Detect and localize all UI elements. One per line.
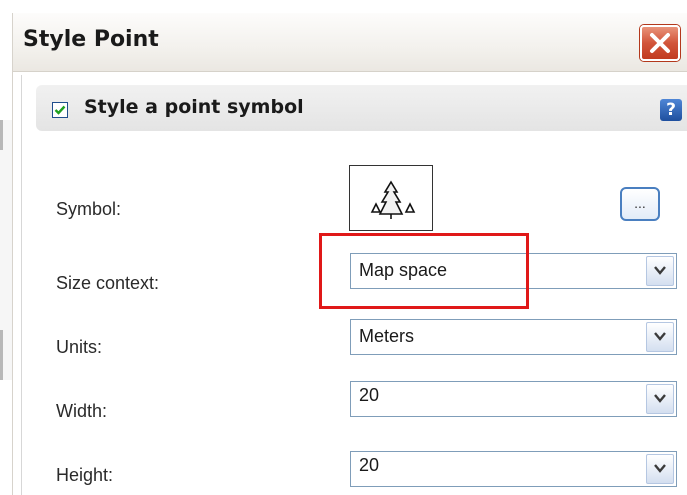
units-dropdown-button[interactable] (646, 322, 674, 352)
chevron-down-icon (654, 394, 666, 403)
chevron-down-icon (654, 464, 666, 473)
chevron-down-icon (654, 332, 666, 341)
section-header: Style a point symbol ? (36, 85, 687, 131)
style-point-dialog: Style Point Style a point symbol ? Symbo… (12, 13, 687, 495)
checkmark-icon (54, 105, 66, 115)
height-value: 20 (359, 455, 380, 475)
browse-symbol-button[interactable]: ... (620, 187, 660, 221)
size-context-dropdown-button[interactable] (646, 256, 674, 286)
dialog-title: Style Point (23, 27, 159, 52)
units-label: Units: (56, 337, 103, 357)
close-icon (650, 33, 670, 53)
section-title: Style a point symbol (84, 96, 304, 118)
highlight-annotation (319, 233, 529, 309)
width-dropdown-button[interactable] (646, 384, 674, 414)
height-label: Height: (56, 465, 114, 485)
style-panel: Style a point symbol ? Symbol: ... Size … (21, 75, 687, 495)
height-input[interactable]: 20 (350, 451, 677, 487)
symbol-preview[interactable] (349, 165, 433, 231)
chevron-down-icon (654, 266, 666, 275)
symbol-label: Symbol: (56, 199, 122, 219)
trees-icon (370, 180, 416, 219)
size-context-label: Size context: (56, 273, 160, 293)
title-bar: Style Point (13, 13, 687, 72)
help-icon[interactable]: ? (660, 99, 682, 121)
width-input[interactable]: 20 (350, 381, 677, 417)
units-value: Meters (359, 326, 415, 346)
width-value: 20 (359, 385, 380, 405)
height-dropdown-button[interactable] (646, 454, 674, 484)
left-edge-strip (0, 120, 12, 380)
close-button[interactable] (640, 25, 680, 61)
style-point-checkbox[interactable] (52, 102, 68, 118)
width-label: Width: (56, 401, 108, 421)
units-select[interactable]: Meters (350, 319, 677, 355)
